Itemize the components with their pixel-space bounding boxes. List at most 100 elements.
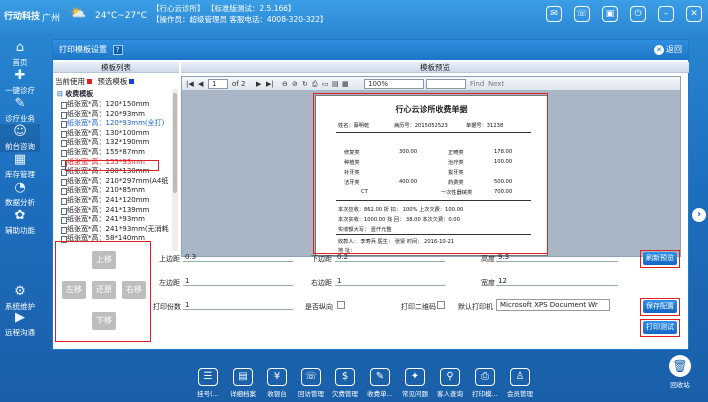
- dock-customer-search[interactable]: ⚲ 客人查询: [435, 368, 465, 398]
- city-label: 广州: [42, 14, 61, 24]
- nav-label: 远程沟通: [5, 328, 35, 337]
- printer-select[interactable]: Microsoft XPS Document Wr: [496, 299, 610, 311]
- bill-icon: ✎: [370, 368, 390, 386]
- printer-label: 默认打印机: [458, 303, 493, 311]
- list-item[interactable]: 纸张宽*高：241*120mm: [57, 196, 177, 206]
- height-input[interactable]: 9.3: [496, 252, 618, 262]
- page-input[interactable]: 1: [208, 79, 228, 89]
- recycle-bin[interactable]: 🗑 回收站: [666, 355, 694, 389]
- bottom-dock: ☰ 挂号(... ▤ 详细档案 ¥ 收银台 ☏ 回访管理 $ 欠费管理 ✎ 收费单... ✦…: [0, 360, 708, 402]
- dock-arrears[interactable]: $ 欠费管理: [330, 368, 360, 398]
- qrcode-checkbox[interactable]: [437, 301, 445, 309]
- first-page-icon[interactable]: |◀: [186, 77, 194, 91]
- list-item[interactable]: 纸张宽*高：210*85mm: [57, 186, 177, 196]
- print-test-button[interactable]: 打印测试: [643, 321, 677, 334]
- tree-root[interactable]: ⊟ 收费模板: [57, 89, 177, 99]
- list-item[interactable]: 纸张宽*高：130*100mm: [57, 129, 177, 139]
- nav-auxiliary[interactable]: ✿ 辅助功能: [0, 208, 40, 236]
- nav-treatment-business[interactable]: ✎ 诊疗业务: [0, 96, 40, 124]
- prev-page-icon[interactable]: ◀: [198, 77, 203, 91]
- clinic-info: 【行心云诊所】 【标准版测试：2.5.166】 【操作员：超级管理员 客服电话：…: [152, 3, 328, 25]
- move-right-button[interactable]: 右移: [122, 281, 146, 299]
- move-down-button[interactable]: 下移: [92, 312, 116, 330]
- scroll-thumb[interactable]: [173, 93, 177, 193]
- list-item[interactable]: 纸张宽*高：155*87mm: [57, 148, 177, 158]
- move-left-button[interactable]: 左移: [62, 281, 86, 299]
- dock-charge-bill[interactable]: ✎ 收费单...: [365, 368, 395, 398]
- find-input[interactable]: [426, 79, 466, 89]
- nav-label: 诊疗业务: [5, 114, 35, 123]
- save-config-button[interactable]: 保存配置: [643, 300, 677, 313]
- dock-label: 常见问题: [402, 390, 428, 398]
- landscape-checkbox[interactable]: [337, 301, 345, 309]
- power-icon[interactable]: ⏻: [630, 6, 646, 22]
- preview-toolbar: |◀ ◀ 1 of 2 ▶ ▶| ⊖ ⊘ ↻ ⎙ ▭ ▤ ▦ 100% Find…: [182, 77, 680, 91]
- help-icon[interactable]: ?: [112, 44, 123, 55]
- back-icon[interactable]: ⊖: [282, 77, 288, 91]
- lock-icon[interactable]: ▣: [602, 6, 618, 22]
- dock-cashier[interactable]: ¥ 收银台: [262, 368, 292, 398]
- export-icon[interactable]: ▦: [342, 77, 349, 91]
- clinic-line: 【行心云诊所】 【标准版测试：2.5.166】: [152, 4, 296, 13]
- dialog-title: 打印模板设置: [59, 45, 107, 54]
- refresh-icon[interactable]: ↻: [302, 77, 308, 91]
- dock-faq[interactable]: ✦ 常见问题: [400, 368, 430, 398]
- nav-analytics[interactable]: ◔ 数据分析: [0, 180, 40, 208]
- tree-scrollbar[interactable]: [172, 89, 178, 251]
- back-button[interactable]: ✕ 返回: [654, 40, 682, 60]
- message-icon[interactable]: ✉: [546, 6, 562, 22]
- right-margin-input[interactable]: 1: [335, 276, 445, 286]
- qrcode-label: 打印二维码: [401, 303, 436, 311]
- refresh-preview-button[interactable]: 刷新预览: [643, 252, 677, 265]
- phone-icon[interactable]: ☏: [574, 6, 590, 22]
- last-page-icon[interactable]: ▶|: [266, 77, 274, 91]
- gear-icon: ⚙: [14, 284, 26, 299]
- width-input[interactable]: 12: [496, 276, 618, 286]
- nav-front-desk[interactable]: ☺ 前台咨询: [0, 124, 40, 152]
- dock-followup[interactable]: ☏ 回访管理: [296, 368, 326, 398]
- nav-home[interactable]: ⌂ 首页: [0, 40, 40, 68]
- nav-remote[interactable]: ▶ 远程沟通: [0, 310, 40, 338]
- chevron-right-icon[interactable]: ›: [692, 208, 706, 222]
- bottom-margin-input[interactable]: 0.2: [335, 252, 445, 262]
- minimize-icon[interactable]: –: [658, 6, 674, 22]
- dialog-title-bar: 打印模板设置 ? ✕ 返回: [53, 40, 688, 60]
- list-item-current[interactable]: 纸张宽*高：120*93mm(全打): [57, 119, 177, 129]
- nav-label: 首页: [12, 58, 28, 67]
- nav-quick-treatment[interactable]: ✚ 一键诊疗: [0, 68, 40, 96]
- list-item[interactable]: 纸张宽*高：241*93mm: [57, 215, 177, 225]
- list-item[interactable]: 纸张宽*高：120*93mm: [57, 110, 177, 120]
- dock-register[interactable]: ☰ 挂号(...: [193, 368, 223, 398]
- back-label: 返回: [666, 45, 682, 54]
- dock-print-template[interactable]: ⎙ 打印模...: [470, 368, 500, 398]
- next-link[interactable]: Next: [488, 77, 504, 91]
- stop-icon[interactable]: ⊘: [292, 77, 298, 91]
- left-nav: ⌂ 首页 ✚ 一键诊疗 ✎ 诊疗业务 ☺ 前台咨询 ▦ 库存管理 ◔ 数据分析 ✿ 辅助功能 …: [0, 36, 40, 338]
- list-item[interactable]: 纸张宽*高：120*150mm: [57, 100, 177, 110]
- list-item[interactable]: 纸张宽*高：132*190mm: [57, 138, 177, 148]
- print-icon[interactable]: ⎙: [312, 77, 318, 91]
- top-margin-input[interactable]: 0.3: [183, 252, 293, 262]
- move-up-button[interactable]: 上移: [92, 251, 116, 269]
- layout-icon[interactable]: ▭: [322, 77, 329, 91]
- register-icon: ☰: [198, 368, 218, 386]
- usage-preview-label: 预选模板: [97, 77, 128, 86]
- zoom-select[interactable]: 100%: [364, 79, 424, 89]
- preview-swatch: [129, 79, 135, 84]
- next-page-icon[interactable]: ▶: [256, 77, 261, 91]
- left-margin-input[interactable]: 1: [183, 276, 293, 286]
- list-item[interactable]: 纸张宽*高：210*297mm(A4纸: [57, 177, 177, 187]
- list-item[interactable]: 纸张宽*高：241*139mm: [57, 206, 177, 216]
- dock-label: 挂号(...: [197, 390, 219, 398]
- nav-system[interactable]: ⚙ 系统维护: [0, 284, 40, 312]
- dock-members[interactable]: ♙ 会员管理: [505, 368, 535, 398]
- copies-input[interactable]: 1: [183, 300, 293, 310]
- reset-button[interactable]: 还原: [92, 281, 116, 299]
- nav-label: 数据分析: [5, 198, 35, 207]
- close-window-icon[interactable]: ✕: [686, 6, 702, 22]
- list-item[interactable]: 纸张宽*高：241*93mm(无消耗: [57, 225, 177, 235]
- page-setup-icon[interactable]: ▤: [332, 77, 339, 91]
- dock-records[interactable]: ▤ 详细档案: [228, 368, 258, 398]
- nav-inventory[interactable]: ▦ 库存管理: [0, 152, 40, 180]
- find-link[interactable]: Find: [470, 77, 484, 91]
